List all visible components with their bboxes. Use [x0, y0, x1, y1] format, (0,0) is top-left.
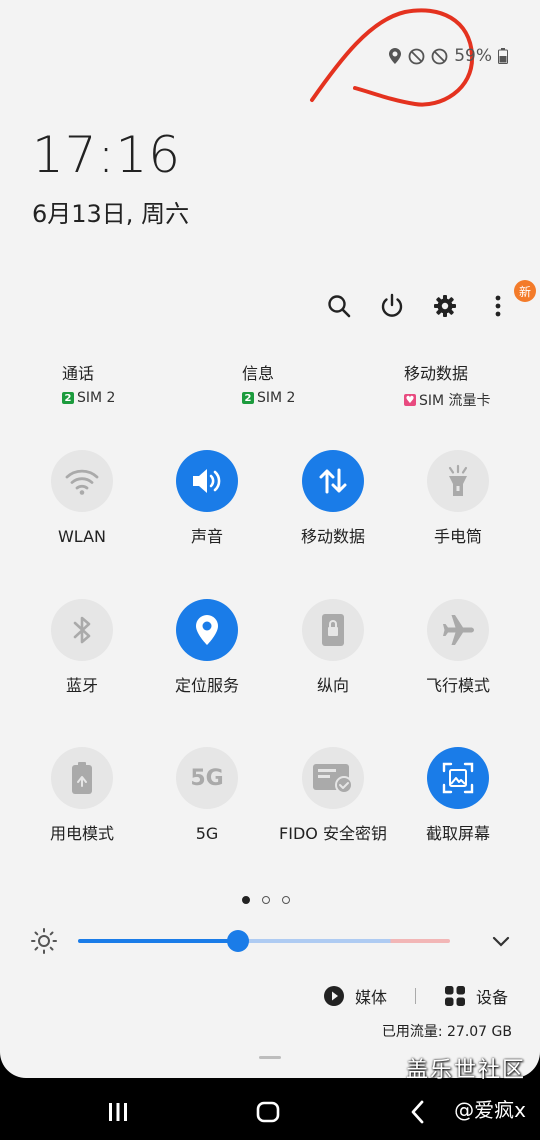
volume-icon — [193, 469, 221, 493]
screenshot-icon — [442, 762, 474, 794]
power-icon — [381, 293, 403, 317]
tile-power-mode[interactable]: 用电模式 — [19, 747, 145, 847]
more-options-button[interactable]: 新 — [484, 280, 536, 326]
fido-icon — [313, 764, 353, 793]
status-bar: 59% — [388, 46, 508, 66]
brightness-icon — [31, 928, 57, 954]
tile-portrait[interactable]: 纵向 — [270, 599, 396, 699]
quick-panel: 59% 17:16 6月13日, 周六 新 通话 2 SIM 2 信息 2 SIM … — [0, 0, 540, 1078]
brightness-slider[interactable] — [78, 939, 450, 943]
tile-label: 手电筒 — [433, 527, 482, 546]
devices-grid-icon — [444, 986, 465, 1006]
location-status-icon — [389, 48, 402, 64]
chevron-down-icon[interactable] — [492, 936, 510, 948]
panel-handle[interactable] — [259, 1056, 281, 1059]
tile-mobile-data[interactable]: 移动数据 — [270, 450, 396, 550]
tile-label: WLAN — [57, 527, 106, 546]
tile-wlan[interactable]: WLAN — [19, 450, 145, 550]
tile-label: 蓝牙 — [65, 676, 98, 695]
new-badge: 新 — [514, 280, 536, 302]
location-icon — [196, 615, 218, 645]
tile-screenshot[interactable]: 截取屏幕 — [395, 747, 521, 847]
media-device-row: 媒体 设备 — [323, 984, 508, 1008]
battery-icon — [498, 48, 508, 64]
settings-button[interactable] — [431, 286, 459, 326]
tile-bluetooth[interactable]: 蓝牙 — [19, 599, 145, 699]
recents-button[interactable] — [98, 1092, 138, 1132]
brightness-slider-handle[interactable] — [226, 930, 249, 952]
play-icon — [323, 986, 344, 1006]
sim-calls[interactable]: 通话 2 SIM 2 — [62, 360, 115, 406]
watermark-community: 盖乐世社区 — [405, 1058, 526, 1083]
tile-label: 5G — [195, 824, 219, 843]
battery-percent: 59% — [454, 46, 492, 66]
tile-label: 定位服务 — [174, 676, 239, 695]
tile-flashlight[interactable]: 手电筒 — [395, 450, 521, 550]
tile-location[interactable]: 定位服务 — [144, 599, 270, 699]
tile-airplane[interactable]: 飞行模式 — [395, 599, 521, 699]
tile-sound[interactable]: 声音 — [144, 450, 270, 550]
sim-title: 移动数据 — [404, 364, 469, 383]
wifi-icon — [65, 469, 99, 495]
page-dot[interactable] — [242, 896, 250, 904]
sim-badge-icon: ♥ — [404, 394, 416, 406]
media-button[interactable]: 媒体 — [323, 984, 387, 1008]
tile-label: 截取屏幕 — [425, 824, 490, 843]
page-indicator — [242, 896, 290, 904]
5g-icon: 5G — [190, 765, 224, 791]
sim-name: SIM 流量卡 — [419, 393, 491, 409]
home-icon — [256, 1101, 280, 1123]
tile-label: 飞行模式 — [425, 676, 490, 695]
recents-icon — [109, 1103, 127, 1121]
watermark-author: @爱疯x — [454, 1098, 526, 1122]
power-button[interactable] — [378, 286, 406, 326]
flashlight-icon — [448, 464, 468, 496]
sim-messages[interactable]: 信息 2 SIM 2 — [242, 360, 295, 406]
bluetooth-icon — [73, 616, 91, 644]
search-icon — [328, 295, 351, 318]
data-arrows-icon — [319, 468, 347, 494]
clock-date: 6月13日, 周六 — [32, 200, 190, 228]
tile-5g[interactable]: 5G 5G — [144, 747, 270, 847]
airplane-icon — [443, 615, 474, 645]
sim-name: SIM 2 — [257, 390, 296, 406]
quick-panel-toolbar: 新 — [325, 280, 536, 326]
search-button[interactable] — [325, 286, 353, 326]
sim-mobile-data[interactable]: 移动数据 ♥ SIM 流量卡 — [404, 360, 491, 410]
back-icon — [411, 1100, 424, 1124]
devices-label: 设备 — [475, 988, 508, 1007]
sim-name: SIM 2 — [77, 390, 116, 406]
sim-title: 信息 — [242, 364, 275, 383]
tile-label: FIDO 安全密钥 — [279, 824, 387, 843]
data-usage-text: 已用流量: 27.07 GB — [381, 1024, 512, 1040]
more-vert-icon — [495, 295, 501, 317]
divider — [414, 988, 416, 1004]
home-button[interactable] — [248, 1092, 288, 1132]
portrait-lock-icon — [322, 614, 344, 646]
tile-label: 声音 — [190, 527, 223, 546]
gear-icon — [434, 295, 456, 317]
media-label: 媒体 — [354, 988, 387, 1007]
tile-label: 用电模式 — [49, 824, 114, 843]
sim-title: 通话 — [62, 364, 95, 383]
tile-label: 纵向 — [316, 676, 349, 695]
tile-fido[interactable]: FIDO 安全密钥 — [270, 747, 396, 847]
page-dot[interactable] — [282, 896, 290, 904]
block-icon — [408, 48, 425, 64]
page-dot[interactable] — [262, 896, 270, 904]
clock-time: 17:16 — [32, 126, 182, 184]
sim-badge-icon: 2 — [62, 392, 74, 404]
devices-button[interactable]: 设备 — [444, 984, 508, 1008]
back-button[interactable] — [398, 1092, 438, 1132]
block-icon — [431, 48, 448, 64]
tile-label: 移动数据 — [300, 527, 365, 546]
power-mode-icon — [72, 762, 92, 794]
brightness-row — [30, 926, 510, 956]
sim-badge-icon: 2 — [242, 392, 254, 404]
